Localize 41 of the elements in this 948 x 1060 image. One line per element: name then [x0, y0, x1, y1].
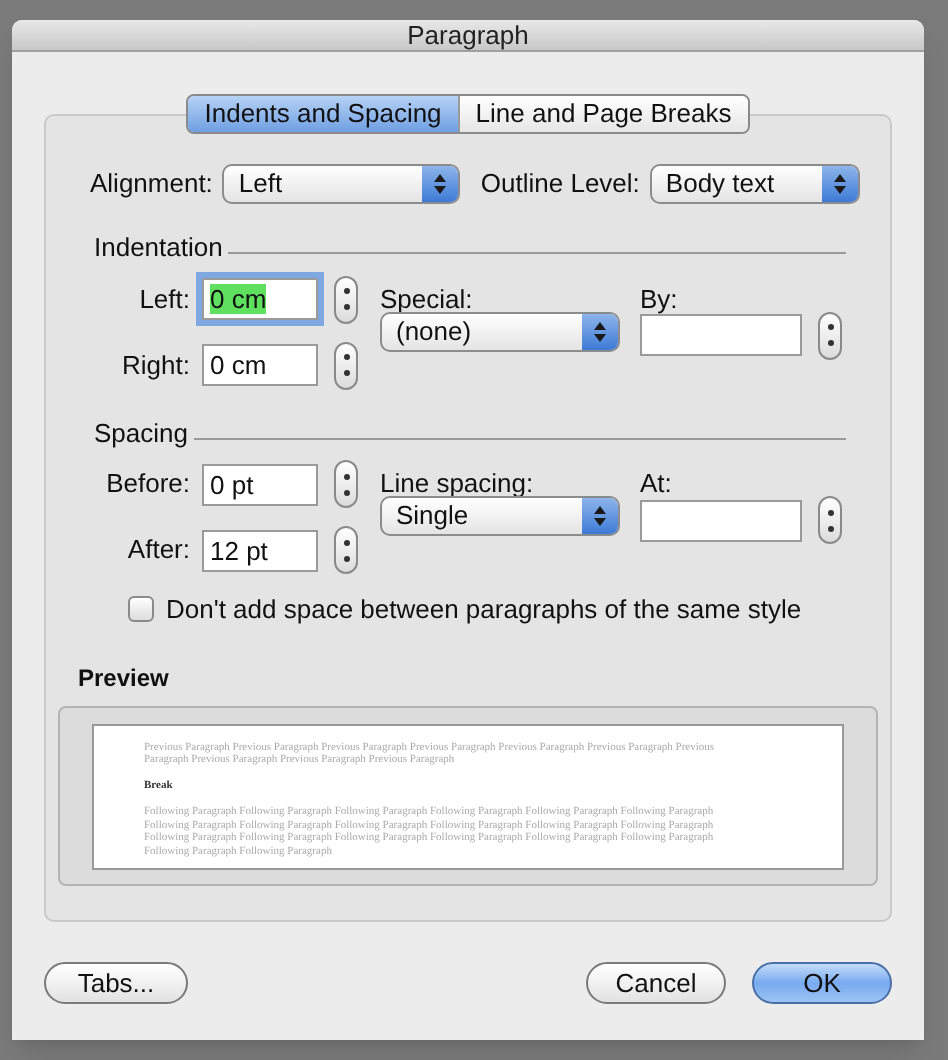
dropdown[interactable]: Body text — [649, 164, 860, 204]
field-label: Line spacing: — [380, 468, 534, 498]
field-label: Alignment: — [90, 166, 213, 203]
section-heading: Indentation — [94, 230, 223, 266]
checkbox-label: Don't add space between paragraphs of the same style — [166, 592, 802, 628]
field-label: Right: — [122, 347, 190, 384]
updown-arrows-icon — [422, 166, 459, 202]
input-field[interactable]: 0 pt — [202, 463, 318, 505]
field-label: By: — [640, 283, 678, 313]
dropdown[interactable]: Left — [222, 164, 461, 204]
updown-arrows-icon — [582, 498, 618, 534]
input-field[interactable]: 0 cm — [202, 278, 318, 320]
input-field[interactable]: 0 cm — [202, 344, 318, 386]
stepper-button[interactable] — [334, 460, 358, 508]
tab[interactable]: Line and Page Breaks — [457, 96, 748, 132]
dialog-button[interactable]: OK — [752, 962, 892, 1004]
stepper-button[interactable] — [818, 496, 842, 544]
dropdown[interactable]: Single — [380, 496, 620, 536]
input-field[interactable] — [640, 314, 802, 356]
input-field[interactable] — [640, 499, 802, 541]
field-label: Before: — [106, 466, 190, 503]
updown-arrows-icon — [582, 313, 618, 349]
dropdown[interactable]: (none) — [380, 311, 620, 351]
window-title: Paragraph — [407, 17, 529, 54]
stepper-button[interactable] — [334, 341, 358, 389]
stepper-button[interactable] — [334, 526, 358, 574]
stepper-button[interactable] — [334, 275, 358, 323]
field-label: After: — [127, 532, 190, 569]
checkbox[interactable] — [128, 596, 154, 623]
section-heading: Preview — [78, 663, 169, 691]
dialog-button[interactable]: Cancel — [586, 962, 726, 1004]
field-label: Left: — [139, 281, 190, 318]
field-label: At: — [640, 468, 672, 498]
stepper-button[interactable] — [818, 311, 842, 359]
updown-arrows-icon — [821, 166, 858, 202]
field-label: Special: — [380, 283, 473, 313]
field-label: Outline Level: — [480, 168, 640, 198]
tab[interactable]: Indents and Spacing — [188, 96, 458, 132]
input-field[interactable]: 12 pt — [202, 529, 318, 571]
dialog-button[interactable]: Tabs... — [44, 962, 188, 1004]
section-heading: Spacing — [94, 415, 188, 452]
